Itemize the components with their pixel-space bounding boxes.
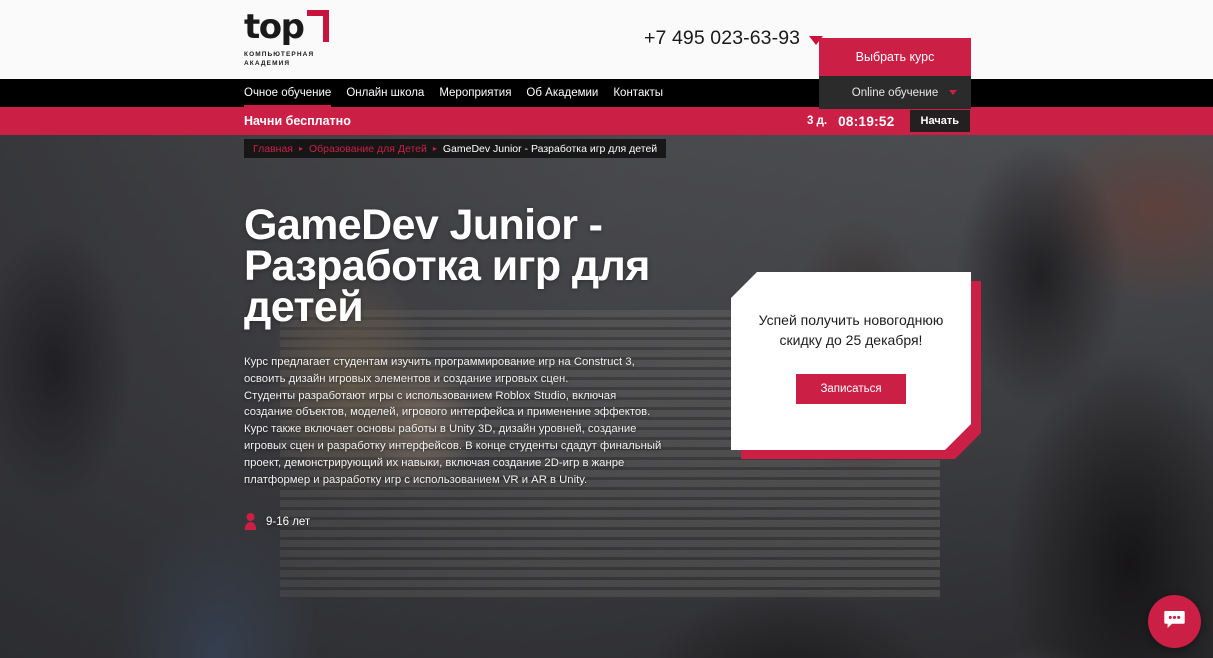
hero-section: Главная ▸ Образование для Детей ▸ GameDe… bbox=[0, 135, 1213, 658]
logo-wordmark: top bbox=[244, 7, 305, 47]
chat-widget-button[interactable] bbox=[1148, 595, 1201, 648]
main-navigation-items: Очное обучение Онлайн школа Мероприятия … bbox=[244, 79, 663, 107]
promo-bar-label[interactable]: Начни бесплатно bbox=[244, 107, 351, 135]
page-title: GameDev Junior - Разработка игр для дете… bbox=[244, 201, 650, 331]
online-learning-button[interactable]: Online обучение bbox=[819, 76, 971, 109]
site-header: top КОМПЬЮТЕРНАЯ АКАДЕМИЯ +7 495 023-63-… bbox=[0, 0, 1213, 79]
free-start-promo-bar: Начни бесплатно 3 д. 08:19:52 Начать bbox=[0, 107, 1213, 135]
signup-button[interactable]: Записаться bbox=[796, 374, 906, 404]
start-button[interactable]: Начать bbox=[909, 110, 970, 132]
logo[interactable]: top КОМПЬЮТЕРНАЯ АКАДЕМИЯ bbox=[244, 8, 364, 68]
person-icon bbox=[244, 513, 257, 531]
timer-clock: 08:19:52 bbox=[838, 113, 895, 129]
breadcrumb-separator-icon: ▸ bbox=[432, 143, 437, 153]
nav-item-kontakty[interactable]: Контакты bbox=[613, 79, 663, 107]
logo-subtitle: КОМПЬЮТЕРНАЯ АКАДЕМИЯ bbox=[244, 50, 364, 68]
timer-days: 3 д. bbox=[807, 115, 828, 127]
promo-countdown-timer: 3 д. 08:19:52 Начать bbox=[807, 107, 970, 135]
logo-subtitle-line-2: АКАДЕМИЯ bbox=[244, 60, 291, 67]
logo-subtitle-line-1: КОМПЬЮТЕРНАЯ bbox=[244, 51, 315, 58]
page-root: Главная ▸ Образование для Детей ▸ GameDe… bbox=[0, 0, 1213, 658]
hero-description: Курс предлагает студентам изучить програ… bbox=[244, 354, 664, 488]
online-learning-label: Online обучение bbox=[851, 86, 939, 99]
breadcrumb-item-kids-education[interactable]: Образование для Детей bbox=[309, 143, 427, 155]
phone-number[interactable]: +7 495 023-63-93 bbox=[644, 27, 800, 50]
breadcrumb-separator-icon: ▸ bbox=[298, 143, 303, 153]
age-range-row: 9-16 лет bbox=[244, 513, 664, 531]
logo-bracket-icon bbox=[307, 10, 329, 42]
nav-item-ochnoe-obuchenie[interactable]: Очное обучение bbox=[244, 79, 332, 107]
breadcrumb-item-current: GameDev Junior - Разработка игр для дете… bbox=[442, 142, 658, 155]
main-navigation-bar: Очное обучение Онлайн школа Мероприятия … bbox=[0, 79, 1213, 107]
caret-down-small-icon bbox=[949, 90, 957, 95]
promo-card-text: Успей получить новогоднюю скидку до 25 д… bbox=[758, 312, 944, 348]
hero-text-column: GameDev Junior - Разработка игр для дете… bbox=[244, 201, 664, 531]
nav-item-onlayn-shkola[interactable]: Онлайн школа bbox=[346, 79, 424, 107]
chat-bubble-icon bbox=[1162, 607, 1187, 637]
hero-description-paragraph-1: Курс предлагает студентам изучить програ… bbox=[244, 356, 635, 385]
phone-selector[interactable]: +7 495 023-63-93 bbox=[644, 27, 824, 50]
discount-promo-card: Успей получить новогоднюю скидку до 25 д… bbox=[731, 272, 991, 462]
promo-card-body: Успей получить новогоднюю скидку до 25 д… bbox=[731, 272, 971, 450]
hero-description-paragraph-2: Студенты разработают игры с использовани… bbox=[244, 389, 662, 486]
age-range-label: 9-16 лет bbox=[266, 515, 311, 528]
breadcrumb-item-home[interactable]: Главная bbox=[253, 143, 293, 155]
logo-mark: top bbox=[244, 8, 334, 46]
breadcrumb: Главная ▸ Образование для Детей ▸ GameDe… bbox=[244, 139, 667, 158]
nav-item-ob-akademii[interactable]: Об Академии bbox=[526, 79, 598, 107]
choose-course-button[interactable]: Выбрать курс bbox=[819, 38, 971, 76]
nav-item-meropriyatiya[interactable]: Мероприятия bbox=[439, 79, 511, 107]
